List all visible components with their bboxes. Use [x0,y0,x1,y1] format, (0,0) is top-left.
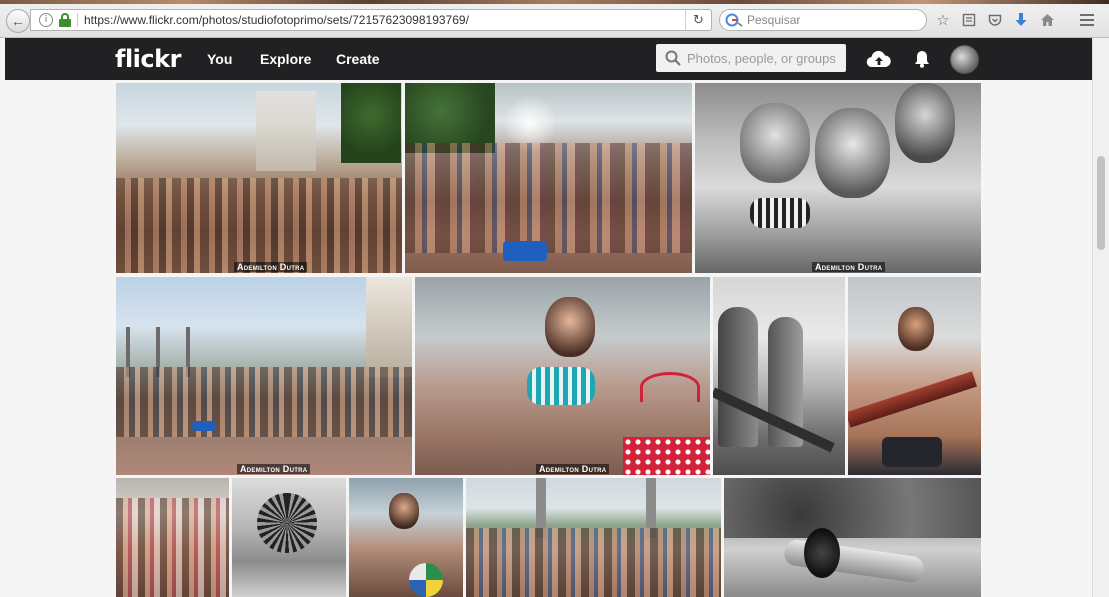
hamburger-menu-icon[interactable] [1076,10,1098,30]
url-text[interactable]: https://www.flickr.com/photos/studiofoto… [84,13,685,27]
photo-women-laughing-bw[interactable]: Ademilton Dutra [695,83,981,273]
nav-explore[interactable]: Explore [260,51,311,67]
browser-search-bar[interactable]: Pesquisar [719,9,927,31]
notifications-bell-icon[interactable] [909,47,935,71]
flickr-logo[interactable]: flickr [115,45,181,73]
flickr-search-input[interactable] [687,50,837,66]
search-icon[interactable] [665,50,681,66]
info-icon[interactable]: i [39,13,53,27]
browser-toolbar: ← i https://www.flickr.com/photos/studio… [0,0,1109,38]
photo-wet-hair-bw[interactable] [232,478,346,597]
address-separator [77,13,78,27]
nav-you[interactable]: You [207,51,232,67]
photo-watermark: Ademilton Dutra [536,464,610,474]
photo-watermark: Ademilton Dutra [234,262,308,272]
photo-woman-bikini-sunglasses[interactable]: Ademilton Dutra [415,277,710,475]
address-bar[interactable]: i https://www.flickr.com/photos/studiofo… [30,9,712,31]
photo-watermark: Ademilton Dutra [237,464,311,474]
nav-create[interactable]: Create [336,51,380,67]
lock-icon[interactable] [59,13,71,27]
photo-hose-closeup-bw[interactable] [724,478,981,597]
photo-watermark: Ademilton Dutra [812,262,886,272]
upload-cloud-icon[interactable] [866,47,892,71]
photo-man-fire-hose-color[interactable] [848,277,981,475]
tab-strip-thumbnail [0,0,1109,4]
flickr-header: flickr You Explore Create [5,38,1092,80]
reload-icon[interactable]: ↻ [685,10,711,30]
reading-list-icon[interactable] [958,10,980,30]
photo-plaza-wide-crowd[interactable]: Ademilton Dutra [116,277,412,475]
page-scrollbar[interactable] [1092,38,1109,597]
photo-crowd-women-dancing[interactable] [116,478,229,597]
scrollbar-thumb[interactable] [1097,156,1105,250]
home-icon[interactable] [1036,10,1058,30]
photo-crowd-water-spray[interactable] [405,83,692,273]
photo-crowd-fountain-plaza[interactable] [466,478,721,597]
flickr-search-box[interactable] [656,44,846,72]
pocket-icon[interactable] [984,10,1006,30]
star-icon[interactable]: ☆ [932,10,954,30]
photo-men-fire-hose-bw[interactable] [713,277,845,475]
download-icon[interactable] [1010,10,1032,30]
photo-young-man-ball[interactable] [349,478,463,597]
browser-toolbar-icons: ☆ [932,10,1058,30]
google-search-icon[interactable] [725,13,743,27]
browser-search-placeholder: Pesquisar [747,13,801,27]
photo-grid: Ademilton Dutra Ademilton Dutra Ademilto… [0,80,1092,597]
photo-plaza-crowd-statue[interactable]: Ademilton Dutra [116,83,402,273]
avatar[interactable] [950,45,979,74]
back-arrow-icon[interactable]: ← [6,9,30,33]
